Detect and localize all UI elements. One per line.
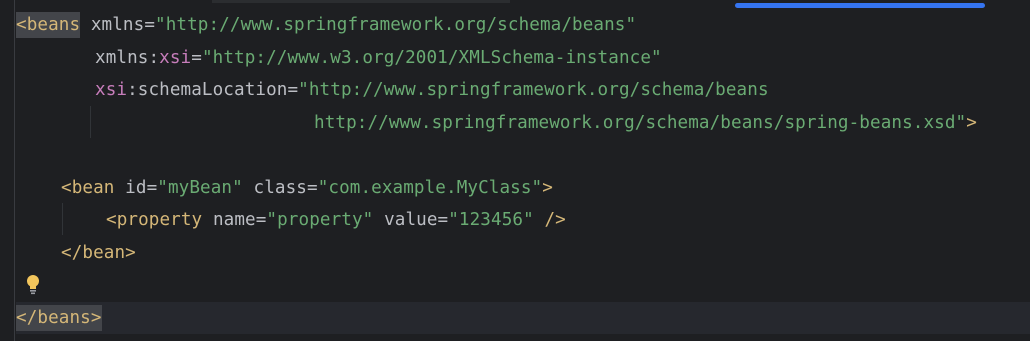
- equals-sign: =: [287, 80, 299, 100]
- code-line-1[interactable]: <beans xmlns="http://www.springframework…: [16, 9, 636, 41]
- value-attribute: value: [384, 210, 438, 230]
- tab-strip-highlight: [212, 0, 510, 3]
- code-line-10[interactable]: </beans>: [16, 302, 102, 334]
- xsi-namespace: xsi: [159, 48, 192, 68]
- gutter-divider: [14, 0, 15, 341]
- lightbulb-icon[interactable]: [24, 273, 42, 295]
- name-attribute: name: [212, 210, 256, 230]
- xsi-namespace: xsi: [95, 80, 128, 100]
- property-open-tag: <property: [106, 210, 203, 230]
- horizontal-scrollbar-thumb[interactable]: [735, 3, 985, 8]
- equals-sign: =: [144, 15, 156, 35]
- code-line-2[interactable]: xmlns:xsi="http://www.w3.org/2001/XMLSch…: [95, 42, 662, 74]
- tag-close-bracket: >: [542, 178, 553, 198]
- name-value: "property": [266, 210, 374, 230]
- tag-close-bracket: >: [966, 113, 977, 133]
- code-editor[interactable]: <beans xmlns="http://www.springframework…: [0, 0, 1030, 341]
- xmlns-attribute: xmlns: [90, 15, 145, 35]
- equals-sign: =: [306, 178, 318, 198]
- schema-location-attribute: :schemaLocation: [127, 80, 288, 100]
- code-line-6[interactable]: <bean id="myBean" class="com.example.MyC…: [61, 172, 553, 204]
- xmlns-prefix: xmlns:: [95, 48, 160, 68]
- equals-sign: =: [255, 210, 267, 230]
- self-close-bracket: />: [544, 210, 566, 230]
- beans-close-tag: </beans>: [16, 305, 102, 331]
- indent-guide: [90, 106, 91, 138]
- bean-open-tag: <bean: [61, 178, 115, 198]
- code-line-3[interactable]: xsi:schemaLocation="http://www.springfra…: [95, 74, 769, 106]
- equals-sign: =: [146, 178, 158, 198]
- code-line-8[interactable]: </bean>: [61, 237, 136, 269]
- schema-location-value-continued: http://www.springframework.org/schema/be…: [314, 113, 967, 133]
- current-line-highlight: [16, 302, 1030, 334]
- class-attribute: class: [253, 178, 307, 198]
- beans-open-tag: <beans: [16, 12, 81, 38]
- xmlns-value: "http://www.springframework.org/schema/b…: [155, 15, 637, 35]
- equals-sign: =: [437, 210, 449, 230]
- code-line-7[interactable]: <property name="property" value="123456"…: [106, 204, 566, 236]
- value-value: "123456": [448, 210, 534, 230]
- xsi-value: "http://www.w3.org/2001/XMLSchema-instan…: [201, 48, 662, 68]
- equals-sign: =: [191, 48, 202, 68]
- schema-location-value: "http://www.springframework.org/schema/b…: [298, 80, 769, 100]
- bean-close-tag: </bean>: [61, 243, 136, 263]
- indent-guide: [62, 203, 63, 235]
- id-attribute: id: [125, 178, 147, 198]
- class-value: "com.example.MyClass": [317, 178, 543, 198]
- id-value: "myBean": [157, 178, 243, 198]
- code-line-4[interactable]: http://www.springframework.org/schema/be…: [314, 107, 977, 139]
